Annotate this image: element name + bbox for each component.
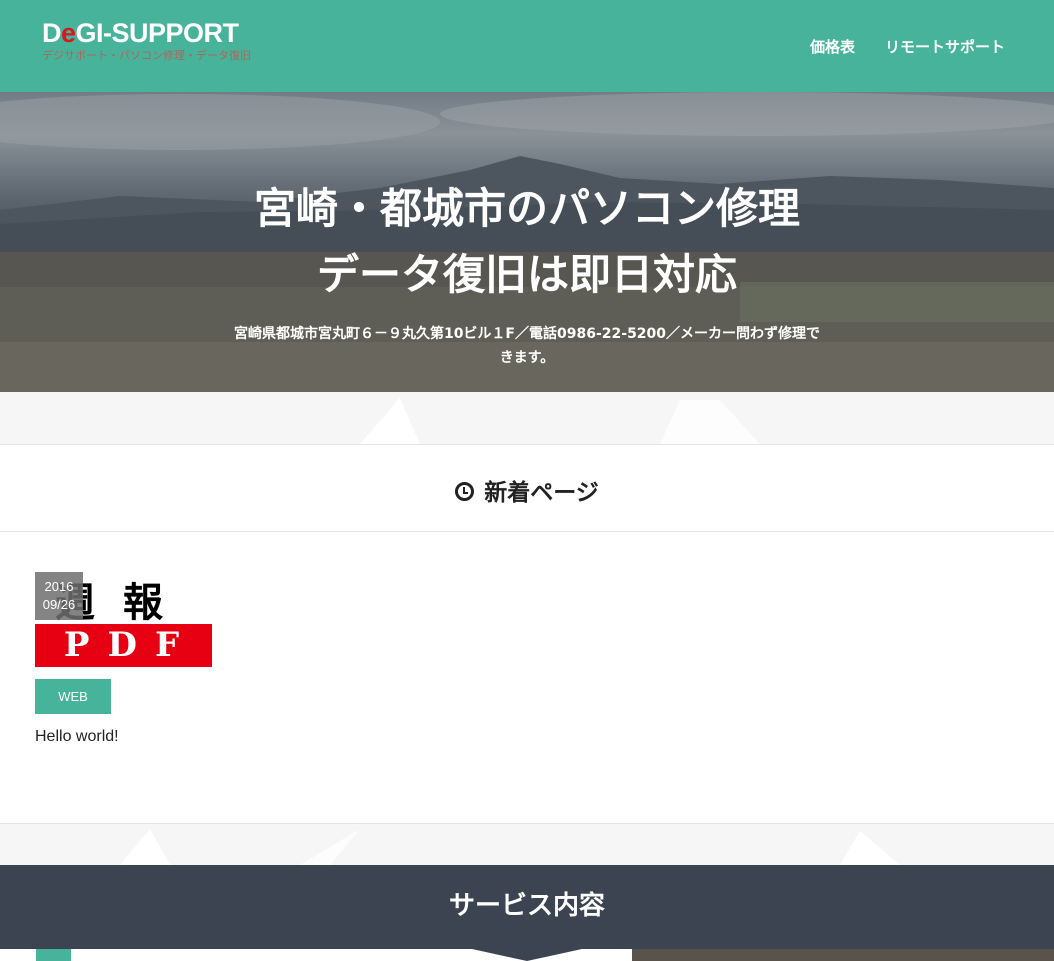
new-pages-header: 新着ページ — [0, 444, 1054, 532]
clock-icon — [455, 482, 475, 501]
logo-wordmark: DeGI-SUPPORT — [42, 18, 239, 48]
services-heading: サービス内容 — [448, 891, 605, 921]
nav-item-price-list[interactable]: 価格表 — [810, 36, 855, 57]
post-category-badge[interactable]: WEB — [35, 679, 111, 714]
hero-title-line-1: 宮崎・都城市のパソコン修理 — [253, 184, 800, 233]
new-pages-list: 週報 PDF 2016 09/26 WEB Hello world! — [0, 532, 1054, 824]
post-date-year: 2016 — [44, 579, 74, 594]
main-nav: 価格表 リモートサポート — [810, 36, 1005, 57]
site-header: DeGI-SUPPORT デジサポート・パソコン修理・データ復旧 価格表 リモー… — [0, 0, 1054, 92]
new-pages-heading: 新着ページ — [0, 473, 1054, 507]
thumbnail-pdf-label: PDF — [35, 624, 212, 667]
service-card-accent — [36, 949, 71, 961]
post-date-month-day: 09/26 — [42, 597, 76, 612]
logo-tagline: デジサポート・パソコン修理・データ復旧 — [42, 49, 251, 62]
hero-title: 宮崎・都城市のパソコン修理 データ復旧は即日対応 — [0, 176, 1054, 308]
decorative-band — [0, 392, 1054, 444]
services-arrow-pointer — [472, 949, 582, 961]
hero-banner: 宮崎・都城市のパソコン修理 データ復旧は即日対応 宮崎県都城市宮丸町６－９丸久第… — [0, 92, 1054, 392]
site-logo[interactable]: DeGI-SUPPORT デジサポート・パソコン修理・データ復旧 — [42, 18, 282, 64]
post-date-badge: 2016 09/26 — [35, 572, 83, 620]
hero-subtitle: 宮崎県都城市宮丸町６－９丸久第10ビル１F／電話0986-22-5200／メーカ… — [233, 326, 821, 366]
decorative-band — [0, 825, 1054, 865]
services-section-header: サービス内容 — [0, 865, 1054, 949]
post-title-link[interactable]: Hello world! — [35, 728, 119, 746]
hero-title-line-2: データ復旧は即日対応 — [316, 250, 737, 299]
nav-item-remote-support[interactable]: リモートサポート — [885, 36, 1005, 57]
service-photo — [632, 949, 1054, 961]
post-thumbnail[interactable]: 週報 PDF 2016 09/26 — [35, 572, 212, 667]
